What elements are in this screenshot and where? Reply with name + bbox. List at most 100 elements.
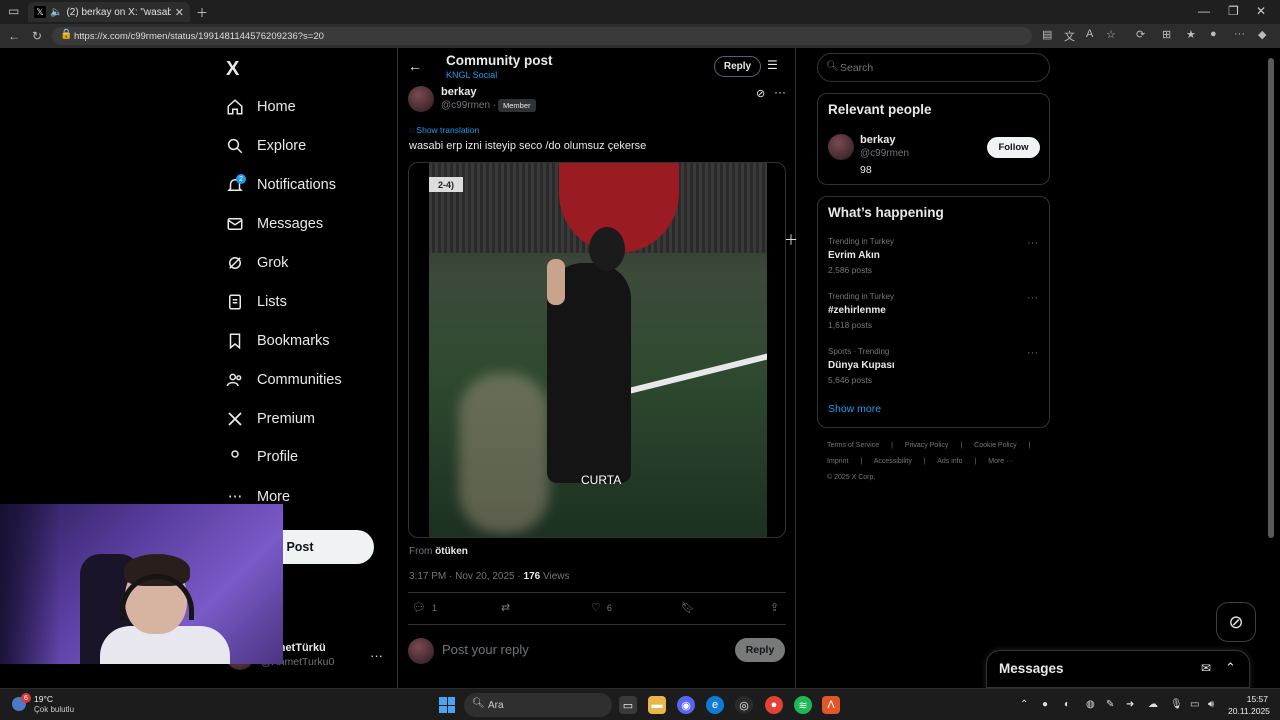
extensions-icon[interactable]: ⟳ [1136, 28, 1145, 41]
header-reply-button[interactable]: Reply [714, 56, 761, 77]
discord-icon[interactable]: ◉ [677, 696, 695, 714]
author-name[interactable]: berkay [441, 86, 476, 98]
avatar[interactable] [828, 134, 854, 160]
display-icon[interactable]: ▭ [1190, 699, 1199, 710]
nav-communities[interactable]: Communities [226, 371, 342, 389]
app-a-icon[interactable]: Λ [822, 696, 840, 714]
footer-link[interactable]: Imprint [827, 458, 848, 465]
grok-fab-icon[interactable]: ⊘ [1216, 602, 1256, 642]
messages-drawer[interactable]: Messages ✉ ⌃ [986, 650, 1250, 688]
repost-action[interactable]: ⇄ [501, 601, 510, 614]
trend-item[interactable]: Trending in Turkey #zehirlenme 1,618 pos… [828, 292, 1038, 336]
network-icon[interactable]: ☁ [1148, 699, 1158, 710]
back-arrow-icon[interactable]: ← [408, 58, 422, 74]
clock[interactable]: 15:57 20.11.2025 [1228, 693, 1270, 717]
footer-link[interactable]: Terms of Service [827, 442, 879, 449]
community-link[interactable]: KNGL Social [446, 70, 497, 80]
edge-icon[interactable]: e [706, 696, 724, 714]
trend-more-icon[interactable]: ··· [1027, 237, 1038, 249]
footer-links: Terms of Service | Privacy Policy | Cook… [827, 438, 1047, 486]
footer-link[interactable]: Accessibility [874, 458, 912, 465]
refresh-icon[interactable]: ↻ [32, 29, 42, 43]
close-window-icon[interactable]: ✕ [1256, 4, 1266, 18]
browser-tab[interactable]: 𝕏 🔈 (2) berkay on X: "wasabi erp ✕ [28, 2, 190, 22]
profile-avatar-icon[interactable]: ● [1210, 28, 1217, 40]
settings-menu-icon[interactable]: ··· [1234, 28, 1245, 40]
trend-more-icon[interactable]: ··· [1027, 292, 1038, 304]
nav-bookmarks[interactable]: Bookmarks [226, 332, 330, 350]
app-icon[interactable]: ◎ [735, 696, 753, 714]
trend-item[interactable]: Sports · Trending Dünya Kupası 5,646 pos… [828, 347, 1038, 391]
bookmark-action[interactable]: 🔖︎ [681, 601, 695, 614]
nav-premium[interactable]: Premium [226, 410, 315, 428]
close-tab-icon[interactable]: ✕ [175, 6, 184, 19]
steam-icon[interactable]: ◍ [1086, 699, 1095, 710]
more-dots-icon[interactable]: ··· [370, 648, 383, 663]
footer-link[interactable]: Cookie Policy [974, 442, 1016, 449]
weather-widget[interactable]: 6 19°C Çok bulutlu [12, 693, 92, 717]
url-field[interactable]: 🔒 https://x.com/c99rmen/status/199148114… [52, 27, 1032, 45]
tray-arrow-icon[interactable]: ➜ [1126, 699, 1134, 710]
tray-app-icon[interactable]: ◐ [1064, 699, 1070, 710]
nav-profile[interactable]: Profile [226, 448, 298, 466]
person-handle[interactable]: @c99rmen [860, 148, 909, 159]
taskbar-search[interactable]: 🔍︎ Ara [464, 693, 612, 717]
trend-item[interactable]: Trending in Turkey Evrim Akın 2,586 post… [828, 237, 1038, 281]
blurred-player [459, 373, 549, 533]
post-timestamp[interactable]: 3:17 PM · Nov 20, 2025 · [409, 571, 521, 582]
person-name[interactable]: berkay [860, 134, 895, 146]
reply-input[interactable]: Post your reply [442, 642, 529, 657]
grok-explain-icon[interactable]: ⊘ [756, 87, 765, 100]
new-tab-icon[interactable]: ＋ [196, 4, 208, 21]
spotify-icon[interactable]: ≋ [794, 696, 812, 714]
footer-link[interactable]: Privacy Policy [905, 442, 949, 449]
copilot-icon[interactable]: ◆ [1258, 28, 1266, 41]
tray-chevron-icon[interactable]: ⌃ [1020, 699, 1028, 710]
from-value[interactable]: ötüken [435, 546, 468, 557]
author-handle[interactable]: @c99rmen · [441, 100, 496, 111]
post-more-icon[interactable]: ··· [774, 85, 786, 99]
file-explorer-icon[interactable]: ▬ [648, 696, 666, 714]
reply-submit-button[interactable]: Reply [735, 638, 785, 662]
scrollbar[interactable] [1268, 58, 1274, 538]
show-translation-link[interactable]: ◌ Show translation [409, 125, 479, 135]
like-action[interactable]: ♡ 6 [591, 601, 612, 614]
filter-icon[interactable]: ☰ [767, 58, 778, 72]
chrome-icon[interactable]: ● [765, 696, 783, 714]
show-more-link[interactable]: Show more [828, 403, 881, 415]
search-input[interactable]: 🔍︎ Search [817, 53, 1050, 82]
nav-lists[interactable]: Lists [226, 293, 287, 311]
tray-app-icon[interactable]: ● [1042, 699, 1048, 710]
post-video[interactable]: 2-4) CURTA [408, 162, 786, 538]
share-action[interactable]: ⇪ [770, 601, 779, 614]
speaker-icon[interactable]: 🔈 [50, 7, 62, 18]
new-message-icon[interactable]: ✉ [1201, 661, 1211, 675]
favorite-icon[interactable]: ☆ [1106, 28, 1116, 41]
footer-link[interactable]: Ads info [937, 458, 962, 465]
window-menu-icon[interactable]: ▭ [8, 4, 19, 18]
reader-icon[interactable]: ▤ [1042, 28, 1052, 41]
translate-icon[interactable]: 文 [1064, 28, 1075, 44]
trend-more-icon[interactable]: ··· [1027, 347, 1038, 359]
maximize-icon[interactable]: ❐ [1228, 4, 1239, 18]
volume-icon[interactable]: 🔊︎ [1208, 699, 1214, 710]
split-screen-icon[interactable]: ⊞ [1162, 28, 1171, 41]
nav-explore[interactable]: Explore [226, 137, 306, 155]
follow-button[interactable]: Follow [987, 137, 1040, 158]
favorites-icon[interactable]: ★ [1186, 28, 1196, 41]
reply-action[interactable]: 💬︎ 1 [412, 601, 437, 614]
windows-start-icon[interactable] [439, 697, 455, 713]
expand-chevron-icon[interactable]: ⌃ [1225, 660, 1236, 676]
author-avatar[interactable] [408, 86, 434, 112]
nav-messages[interactable]: Messages [226, 215, 323, 233]
read-aloud-icon[interactable]: A [1086, 28, 1093, 40]
minimize-icon[interactable]: — [1198, 4, 1210, 18]
tray-app-icon[interactable]: ✎ [1106, 699, 1114, 710]
microphone-icon[interactable]: 🎙︎ [1170, 699, 1183, 710]
task-view-icon[interactable]: ▭ [619, 696, 637, 714]
x-logo-icon[interactable]: X [226, 58, 239, 81]
nav-grok[interactable]: Grok [226, 254, 288, 272]
footer-link[interactable]: More ··· [988, 458, 1013, 465]
back-icon[interactable]: ← [8, 29, 20, 43]
nav-home[interactable]: Home [226, 98, 296, 116]
